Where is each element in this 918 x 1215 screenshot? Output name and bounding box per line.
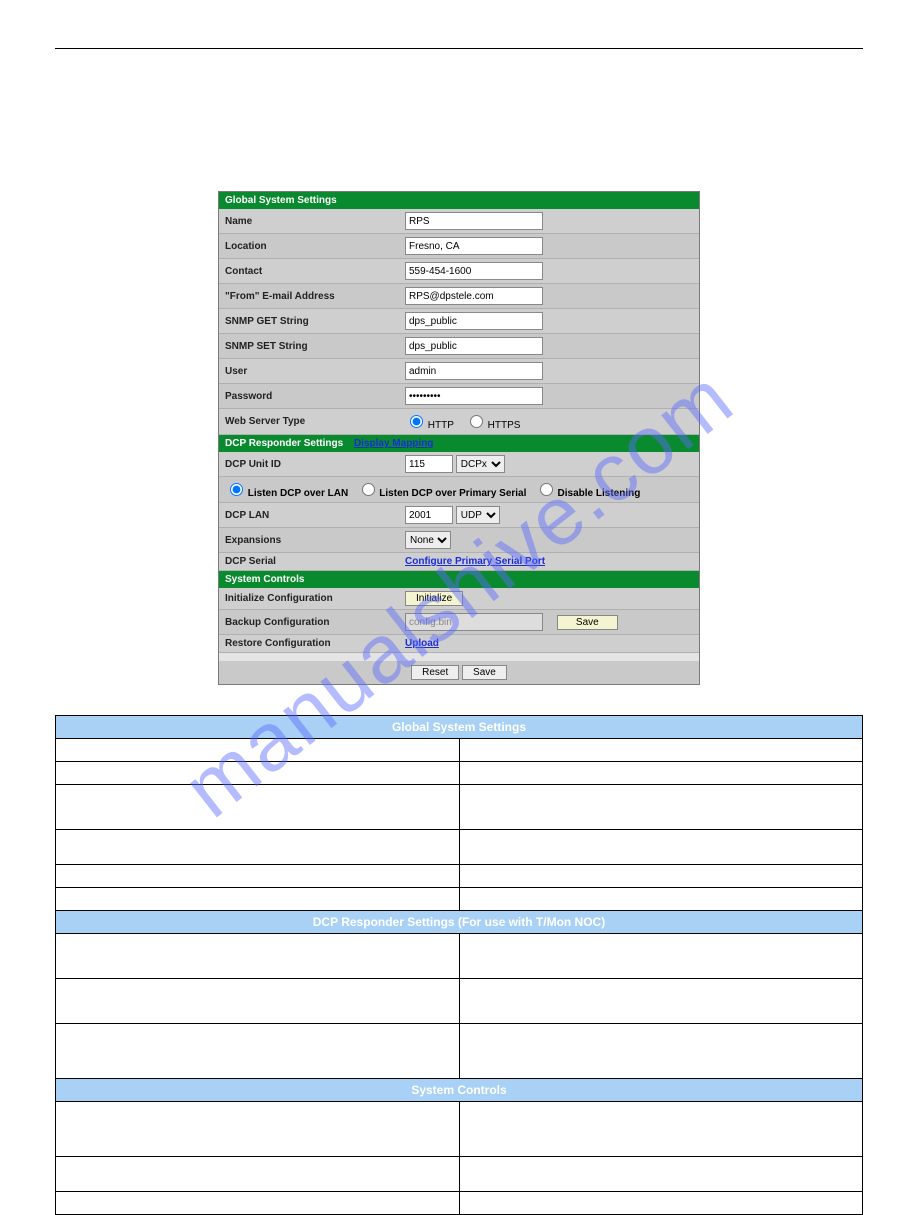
table-row: PasswordUsed to change the password for … xyxy=(56,888,863,911)
user-input[interactable] xyxy=(405,362,543,380)
field-label: DCP Serial xyxy=(225,556,405,567)
product-title: Remote Power Switch (AC) xyxy=(722,55,863,67)
table-row: Restore ConfigurationRestores a configur… xyxy=(56,1192,863,1215)
desc-sys-header: System Controls xyxy=(56,1079,863,1102)
field-row-location: Location xyxy=(219,234,699,259)
snmp-set-input[interactable] xyxy=(405,337,543,355)
field-row-restore: Restore Configuration Upload xyxy=(219,635,699,653)
http-radio[interactable] xyxy=(410,415,423,428)
table-row: UserUsed to change the username for logg… xyxy=(56,865,863,888)
field-label: Web Server Type xyxy=(225,416,405,427)
field-row-expansions: Expansions None xyxy=(219,528,699,553)
desc-global-header: Global System Settings xyxy=(56,716,863,739)
table-row: DCP Unit ID / ProtocolUser-definable ID … xyxy=(56,934,863,979)
field-label: DCP Unit ID xyxy=(225,459,405,470)
field-row-password: Password xyxy=(219,384,699,409)
name-input[interactable] xyxy=(405,212,543,230)
dcp-lan-input[interactable] xyxy=(405,506,453,524)
table-row: DCP over LAN port / protocolEnter the DC… xyxy=(56,979,863,1024)
backup-save-button[interactable]: Save xyxy=(557,615,618,630)
field-row-init: Initialize Configuration Initialize xyxy=(219,588,699,610)
dcp-unit-input[interactable] xyxy=(405,455,453,473)
header-rule xyxy=(55,48,863,49)
field-row-backup: Backup Configuration Save xyxy=(219,610,699,635)
display-mapping-link[interactable]: Display Mapping xyxy=(354,438,433,449)
document-page: 26 Remote Power Switch (AC) 12.2 System … xyxy=(0,0,918,1188)
snmp-get-input[interactable] xyxy=(405,312,543,330)
description-table: Global System Settings NameA name for th… xyxy=(55,715,863,1215)
button-bar: Reset Save xyxy=(219,661,699,684)
listen-serial-label: Listen DCP over Primary Serial xyxy=(379,488,526,499)
field-row-user: User xyxy=(219,359,699,384)
table-row: Backup ConfigurationCreates a configurat… xyxy=(56,1157,863,1192)
location-input[interactable] xyxy=(405,237,543,255)
field-row-snmp-set: SNMP SET String xyxy=(219,334,699,359)
from-email-input[interactable] xyxy=(405,287,543,305)
dcp-section-title: DCP Responder Settings xyxy=(225,438,343,449)
https-label: HTTPS xyxy=(488,420,521,431)
listen-serial-radio[interactable] xyxy=(362,483,375,496)
field-row-dcp-unit: DCP Unit ID DCPx xyxy=(219,452,699,477)
table-row: ExpansionsSelect the number of NetGuardi… xyxy=(56,1024,863,1079)
field-row-web-type: Web Server Type HTTP HTTPS xyxy=(219,409,699,435)
listen-lan-label: Listen DCP over LAN xyxy=(248,488,348,499)
expansions-select[interactable]: None xyxy=(405,531,451,549)
password-input[interactable] xyxy=(405,387,543,405)
listen-options: Listen DCP over LAN Listen DCP over Prim… xyxy=(225,480,693,499)
field-row-snmp-get: SNMP GET String xyxy=(219,309,699,334)
https-radio[interactable] xyxy=(470,415,483,428)
field-label: Backup Configuration xyxy=(225,617,405,628)
dcp-section-header: DCP Responder Settings Display Mapping xyxy=(219,435,699,452)
table-row: LocationThe location of this Remote Powe… xyxy=(56,762,863,785)
page-header: 26 Remote Power Switch (AC) xyxy=(55,55,863,67)
field-label: Location xyxy=(225,241,405,252)
table-row: ContactContact telephone number for the … xyxy=(56,785,863,830)
table-row: Initialize ConfigurationUsed to restore … xyxy=(56,1102,863,1157)
reset-button[interactable]: Reset xyxy=(411,665,459,680)
field-label: SNMP SET String xyxy=(225,341,405,352)
field-row-from-email: "From" E-mail Address xyxy=(219,284,699,309)
contact-input[interactable] xyxy=(405,262,543,280)
field-label: Expansions xyxy=(225,535,405,546)
field-label: DCP LAN xyxy=(225,510,405,521)
disable-listen-label: Disable Listening xyxy=(558,488,641,499)
field-row-dcp-lan: DCP LAN UDP xyxy=(219,503,699,528)
field-label: Password xyxy=(225,391,405,402)
field-label: Contact xyxy=(225,266,405,277)
dcp-lan-proto-select[interactable]: UDP xyxy=(456,506,500,524)
save-button[interactable]: Save xyxy=(462,665,507,680)
field-row-dcp-listen: Listen DCP over LAN Listen DCP over Prim… xyxy=(219,477,699,503)
field-label: "From" E-mail Address xyxy=(225,291,405,302)
sysctrl-section-header: System Controls xyxy=(219,571,699,588)
global-section-header: Global System Settings xyxy=(219,192,699,209)
desc-dcp-header: DCP Responder Settings (For use with T/M… xyxy=(56,911,863,934)
note-paragraph: Note: Fields in the Edit > System menu a… xyxy=(55,151,863,179)
page-number: 26 xyxy=(55,55,67,67)
backup-file-input xyxy=(405,613,543,631)
listen-lan-radio[interactable] xyxy=(230,483,243,496)
upload-link[interactable]: Upload xyxy=(405,638,439,649)
dcp-protocol-select[interactable]: DCPx xyxy=(456,455,505,473)
field-label: Initialize Configuration xyxy=(225,593,405,604)
spacer xyxy=(219,653,699,661)
config-screenshot: Global System Settings Name Location Con… xyxy=(218,191,700,685)
field-row-contact: Contact xyxy=(219,259,699,284)
section-heading: 12.2 System xyxy=(55,97,863,113)
http-label: HTTP xyxy=(428,420,454,431)
configure-serial-link[interactable]: Configure Primary Serial Port xyxy=(405,556,545,567)
field-label: User xyxy=(225,366,405,377)
table-row: NameA name for this Remote Power Switch … xyxy=(56,739,863,762)
field-label: Name xyxy=(225,216,405,227)
figure-caption: Fig. 12.2 - The Edit > System menu xyxy=(55,691,863,703)
disable-listen-radio[interactable] xyxy=(540,483,553,496)
field-label: SNMP GET String xyxy=(225,316,405,327)
table-row: "From" E-mail AddressA valid email addre… xyxy=(56,830,863,865)
field-row-dcp-serial: DCP Serial Configure Primary Serial Port xyxy=(219,553,699,571)
field-row-name: Name xyxy=(219,209,699,234)
initialize-button[interactable]: Initialize xyxy=(405,591,463,606)
field-label: Restore Configuration xyxy=(225,638,405,649)
intro-paragraph: From the Edit > System menu, you will co… xyxy=(55,125,863,139)
